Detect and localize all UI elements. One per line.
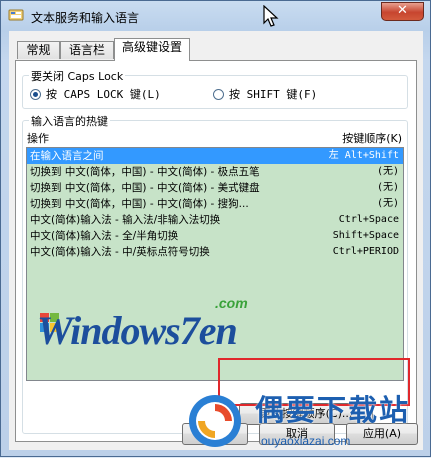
column-header-action: 操作 [27, 132, 49, 145]
hotkey-key: Shift+Space [332, 230, 399, 241]
hotkey-key: (无) [376, 182, 399, 193]
radio-capslock-label: 按 CAPS LOCK 键(L) [46, 88, 161, 101]
hotkey-key: Ctrl+PERIOD [332, 246, 399, 257]
close-button[interactable]: ✕ [381, 2, 424, 21]
hotkey-row[interactable]: 切换到 中文(简体，中国) - 中文(简体) - 美式键盘 (无) [27, 180, 403, 196]
hotkey-row[interactable]: 切换到 中文(简体，中国) - 中文(简体) - 搜狗... (无) [27, 196, 403, 212]
ouyaoxiazai-watermark: 偶要下载站 ouyaoxiazai.com [187, 391, 431, 458]
hotkey-row[interactable]: 切换到 中文(简体，中国) - 中文(简体) - 极点五笔 (无) [27, 164, 403, 180]
hotkey-action: 中文(简体)输入法 - 输入法/非输入法切换 [30, 214, 221, 226]
hotkey-action: 切换到 中文(简体，中国) - 中文(简体) - 搜狗... [30, 198, 249, 210]
site-name-text: 偶要下载站 [255, 393, 411, 427]
radio-shift[interactable]: 按 SHIFT 键(F) [213, 86, 317, 102]
radio-capslock[interactable]: 按 CAPS LOCK 键(L) [30, 86, 161, 102]
hotkey-key: (无) [376, 198, 399, 209]
column-header-key-sequence: 按键顺序(K) [342, 132, 402, 145]
caps-lock-group: 要关闭 Caps Lock 按 CAPS LOCK 键(L) 按 SHIFT 键… [22, 68, 408, 109]
site-logo-icon [189, 395, 241, 447]
hotkey-action: 切换到 中文(简体，中国) - 中文(简体) - 极点五笔 [30, 166, 260, 178]
hotkey-action: 切换到 中文(简体，中国) - 中文(简体) - 美式键盘 [30, 182, 260, 194]
mouse-cursor-icon [263, 5, 279, 27]
tab-advanced-key-settings[interactable]: 高级键设置 [114, 38, 190, 61]
title-bar[interactable]: 文本服务和输入语言 ✕ [1, 1, 430, 31]
caps-lock-group-label: 要关闭 Caps Lock [29, 68, 126, 84]
windows7en-text: Windows7en [37, 308, 238, 353]
windows7en-com-text: .com [215, 295, 248, 311]
app-icon [8, 9, 24, 21]
hotkeys-group-label: 输入语言的热键 [29, 113, 110, 129]
hotkey-action: 在输入语言之间 [30, 150, 104, 162]
dialog-client-area: 常规 语言栏 高级键设置 要关闭 Caps Lock 按 CAPS LOCK 键… [9, 31, 423, 450]
hotkey-key: 左 Alt+Shift [328, 150, 399, 161]
windows7en-watermark: Windows7en .com [37, 287, 297, 357]
close-icon: ✕ [397, 3, 408, 18]
window-title: 文本服务和输入语言 [31, 11, 140, 25]
hotkeys-list-header: 操作 按键顺序(K) [23, 129, 407, 145]
radio-shift-indicator[interactable] [213, 88, 224, 100]
hotkey-key: Ctrl+Space [338, 214, 399, 225]
radio-shift-label: 按 SHIFT 键(F) [229, 88, 318, 101]
tab-language-bar[interactable]: 语言栏 [60, 41, 114, 59]
hotkey-key: (无) [376, 166, 399, 177]
hotkey-row[interactable]: 中文(简体)输入法 - 输入法/非输入法切换 Ctrl+Space [27, 212, 403, 228]
hotkey-action: 中文(简体)输入法 - 中/英标点符号切换 [30, 246, 210, 258]
site-url-text: ouyaoxiazai.com [261, 434, 351, 448]
hotkey-row[interactable]: 中文(简体)输入法 - 中/英标点符号切换 Ctrl+PERIOD [27, 244, 403, 260]
tab-general[interactable]: 常规 [17, 41, 60, 59]
hotkey-action: 中文(简体)输入法 - 全/半角切换 [30, 230, 179, 242]
radio-capslock-indicator[interactable] [30, 88, 41, 100]
hotkey-row[interactable]: 中文(简体)输入法 - 全/半角切换 Shift+Space [27, 228, 403, 244]
hotkey-row[interactable]: 在输入语言之间 左 Alt+Shift [27, 148, 403, 164]
dialog-window: 文本服务和输入语言 ✕ 常规 语言栏 高级键设置 要关闭 Caps Lock 按… [0, 0, 431, 457]
